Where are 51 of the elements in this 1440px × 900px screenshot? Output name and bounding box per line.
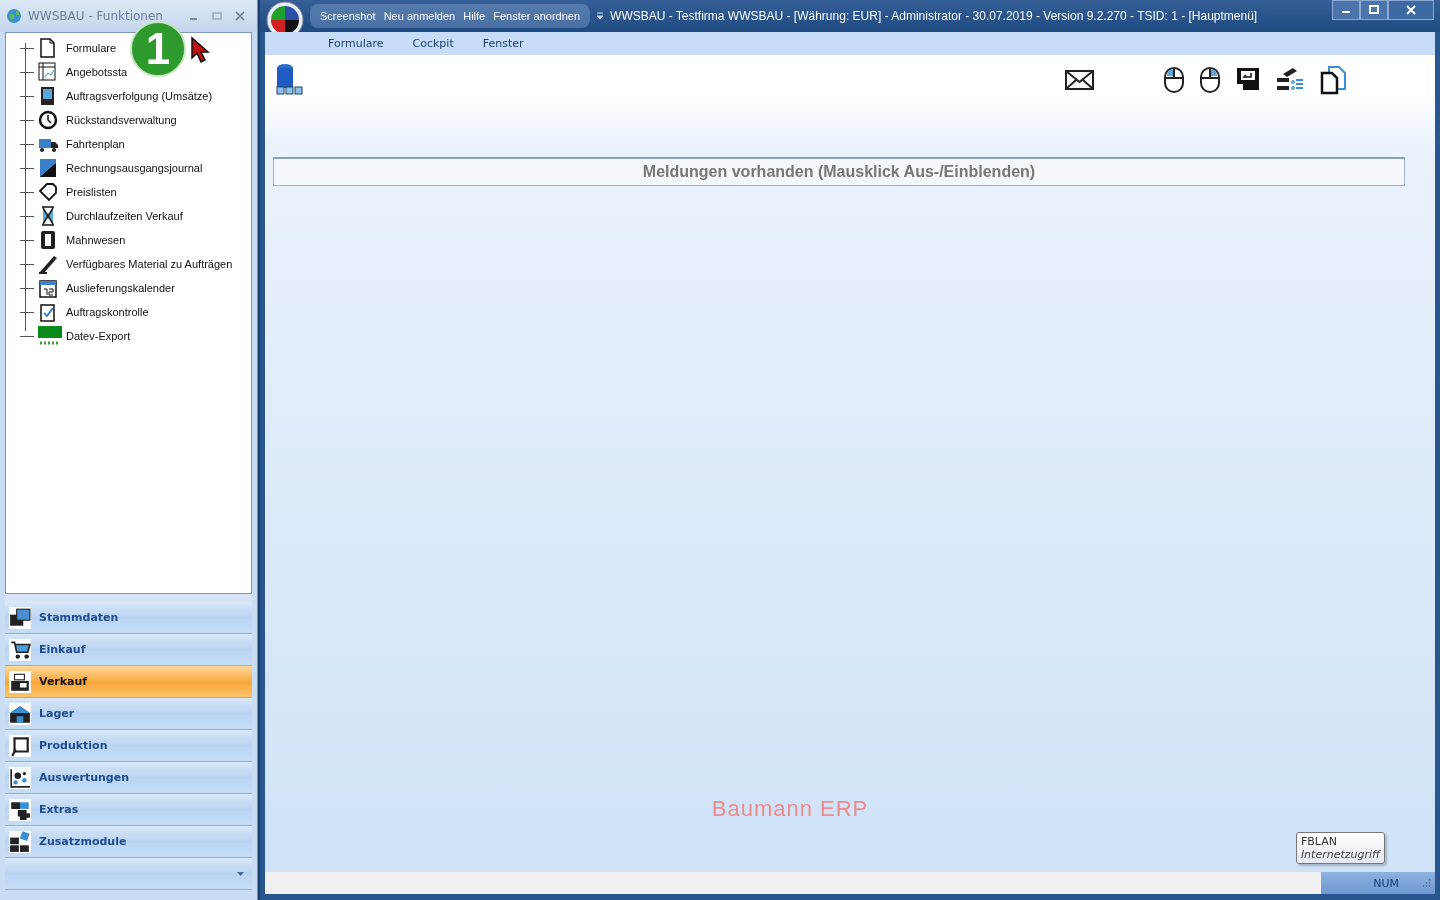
tree-item[interactable]: Durchlaufzeiten Verkauf [66,210,183,222]
dropdown-icon[interactable] [596,12,605,20]
tree-item[interactable]: Rückstandsverwaltung [66,114,177,126]
nav-button[interactable]: Lager [5,698,252,730]
tree-item[interactable]: Mahnwesen [66,234,126,246]
brand-text: Baumann ERP [711,796,869,822]
maximize-icon [1369,5,1379,15]
nav-button[interactable]: Extras [5,794,252,826]
menu-item[interactable]: Fenster [482,37,524,50]
close-icon [1406,5,1416,15]
nav-button[interactable]: Verkauf [5,666,252,698]
tree-item[interactable]: Fahrtenplan [66,138,125,150]
toolbar-button[interactable]: Neu anmelden [383,10,456,22]
nav-button[interactable]: Auswertungen [5,762,252,794]
status-indicator: NUM [1373,876,1399,890]
mouse-icon[interactable] [1163,66,1185,94]
mail-icon[interactable] [1065,69,1095,91]
menu-item[interactable]: Cockpit [412,37,454,50]
close-icon[interactable] [235,11,245,21]
mouse-icon[interactable] [1199,66,1221,94]
menu-item[interactable]: Formulare [328,37,384,50]
tree-item[interactable]: Auslieferungskalender [66,282,175,294]
nav-button[interactable]: Einkauf [5,634,252,666]
window-title: WWSBAU - Funktionen [28,9,163,23]
toolbar-button[interactable]: Fenster anordnen [493,10,581,22]
globe-icon [6,8,22,24]
nav-button[interactable]: Produktion [5,730,252,762]
tree-item[interactable]: Angebotssta [66,66,128,78]
document-icon[interactable] [1319,65,1349,95]
tree-item[interactable]: Preislisten [66,186,117,198]
tree-item[interactable]: Datev-Export [66,330,131,342]
maximize-button[interactable] [1360,0,1388,20]
window-title: WWSBAU - Testfirma WWSBAU - [Währung: EUR] - Administrator - 30.07.2019 - Version 9.2.270 - TSID: 1 - [Hauptmenü] [610,9,1258,23]
dropdown-icon[interactable] [237,871,244,876]
tree-item[interactable]: Rechnungsausgangsjournal [66,162,203,174]
toolbar-button[interactable]: Hilfe [463,10,486,22]
message-bar[interactable]: Meldungen vorhanden (Mausklick Aus-/Einblenden) [273,157,1405,186]
close-button[interactable] [1388,0,1434,20]
cursor-icon [190,36,210,64]
minimize-button[interactable] [1332,0,1360,20]
nav-button[interactable]: Zusatzmodule [5,826,252,858]
tree-item[interactable]: Auftragskontrolle [66,306,149,318]
database-icon[interactable] [275,63,305,97]
tree-item[interactable]: Formulare [66,42,117,54]
tree-item[interactable]: Verfügbares Material zu Aufträgen [66,258,233,270]
toolbar-button[interactable]: Screenshot [320,10,376,22]
nav-button[interactable]: Stammdaten [5,602,252,634]
resize-grip-icon[interactable] [1421,878,1431,888]
tooltip-title: FBLAN [1300,835,1338,848]
tooltip-subtitle: Internetzugriff [1300,848,1380,861]
tree-item[interactable]: Auftragsverfolgung (Umsätze) [66,90,213,102]
